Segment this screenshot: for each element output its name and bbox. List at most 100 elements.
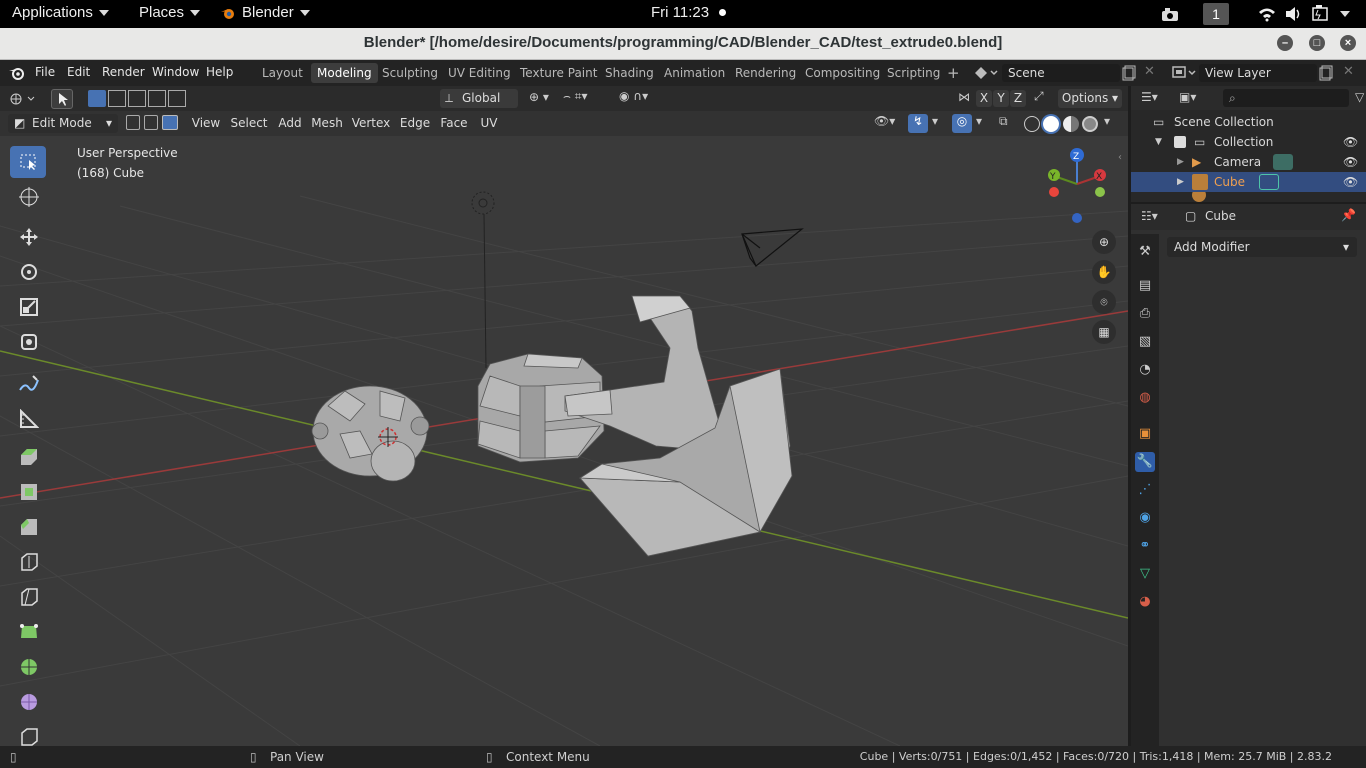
data-tab-icon[interactable]: ▽: [1135, 564, 1155, 584]
pivot-point-icon[interactable]: ⊕ ▾: [529, 90, 549, 104]
tab-layout[interactable]: Layout: [256, 63, 309, 83]
zoom-view-icon[interactable]: ⊕: [1092, 230, 1116, 254]
knife-tool[interactable]: [10, 581, 46, 613]
scene-name-field[interactable]: Scene: [1002, 64, 1120, 82]
rotate-tool[interactable]: [10, 256, 46, 288]
menu-edge[interactable]: Edge: [398, 114, 432, 133]
visibility-filter-icon[interactable]: 👁▾: [874, 114, 895, 128]
tab-modeling[interactable]: Modeling: [311, 63, 378, 83]
poly-build-tool[interactable]: [10, 616, 46, 648]
tab-texture-paint[interactable]: Texture Paint: [514, 63, 603, 83]
visibility-eye-icon[interactable]: 👁: [1343, 172, 1358, 192]
outliner-item-camera[interactable]: ▶ ▶ Camera 👁: [1131, 152, 1366, 172]
select-box-tool[interactable]: [10, 146, 46, 178]
visibility-eye-icon[interactable]: 👁: [1343, 152, 1358, 172]
overlay-toggle-icon[interactable]: ◎: [952, 114, 972, 133]
menu-view[interactable]: View: [190, 114, 222, 133]
volume-icon[interactable]: [1285, 6, 1301, 22]
rendered-shading-icon[interactable]: [1082, 116, 1098, 132]
annotate-tool[interactable]: [10, 368, 46, 400]
expand-arrow-icon[interactable]: ▶: [1177, 152, 1184, 172]
outliner-editor-type-icon[interactable]: ☰▾: [1141, 90, 1158, 104]
mirror-x-button[interactable]: X: [976, 90, 992, 107]
new-view-layer-icon[interactable]: [1319, 65, 1335, 81]
menu-edit[interactable]: Edit: [67, 65, 90, 79]
view-layer-field[interactable]: View Layer: [1199, 64, 1317, 82]
constraints-tab-icon[interactable]: ⚭: [1135, 536, 1155, 556]
filter-icon[interactable]: ▽: [1355, 90, 1364, 104]
wireframe-shading-icon[interactable]: [1024, 116, 1040, 132]
system-menu-chevron-icon[interactable]: [1340, 11, 1350, 17]
minimize-button[interactable]: –: [1277, 35, 1293, 51]
snap-icon[interactable]: ⌢ ⌗▾: [563, 89, 588, 104]
view-layer-selector-icon[interactable]: [1171, 65, 1199, 81]
menu-file[interactable]: File: [35, 65, 55, 79]
extrude-tool[interactable]: [10, 441, 46, 473]
outliner-item-light-partial[interactable]: [1131, 192, 1366, 202]
select-tool-button[interactable]: [51, 89, 73, 109]
menu-uv[interactable]: UV: [476, 114, 502, 133]
menu-mesh[interactable]: Mesh: [310, 114, 344, 133]
edge-slide-tool[interactable]: [10, 721, 46, 746]
cursor-tool[interactable]: [10, 181, 46, 213]
delete-view-layer-icon[interactable]: ✕: [1343, 64, 1354, 79]
pin-icon[interactable]: 📌: [1341, 208, 1356, 222]
display-mode-icon[interactable]: ▣▾: [1179, 90, 1196, 104]
material-shading-icon[interactable]: [1063, 116, 1079, 132]
scene-tab-icon[interactable]: ◔: [1135, 360, 1155, 380]
tab-compositing[interactable]: Compositing: [799, 63, 886, 83]
select-extend-icon[interactable]: [108, 90, 126, 107]
camera-app-icon[interactable]: [1161, 6, 1179, 22]
expand-arrow-icon[interactable]: ▼: [1155, 132, 1162, 152]
menu-face[interactable]: Face: [438, 114, 470, 133]
applications-menu[interactable]: Applications: [12, 4, 109, 21]
menu-add[interactable]: Add: [276, 114, 304, 133]
new-scene-icon[interactable]: [1122, 65, 1138, 81]
solid-shading-icon[interactable]: [1043, 116, 1059, 132]
3d-viewport[interactable]: Z X Y Global ⟂ ⊕ ▾ ⌢ ⌗▾ ◉ ∩▾ ⋈ X Y Z ⤢ O…: [0, 86, 1128, 746]
editor-type-icon[interactable]: [8, 91, 38, 107]
camera-data-icon[interactable]: [1273, 154, 1293, 170]
pan-view-icon[interactable]: ✋: [1092, 260, 1116, 284]
spin-tool[interactable]: [10, 651, 46, 683]
outliner-search-field[interactable]: ⌕: [1223, 89, 1349, 107]
gizmo-toggle-icon[interactable]: ↯: [908, 114, 928, 133]
particles-tab-icon[interactable]: ⋰: [1135, 480, 1155, 500]
camera-view-icon[interactable]: ⌾: [1092, 290, 1116, 314]
outliner-collection[interactable]: ▼ ▭ Collection 👁: [1131, 132, 1366, 152]
clock[interactable]: Fri 11:23: [651, 4, 727, 21]
menu-window[interactable]: Window: [152, 65, 199, 79]
proportional-edit-icon[interactable]: ◉ ∩▾: [619, 89, 648, 103]
transform-orientation-dropdown[interactable]: Global ⟂: [440, 89, 518, 108]
tool-tab-icon[interactable]: ⚒: [1135, 242, 1155, 262]
gizmo-dropdown-icon[interactable]: ▾: [932, 114, 938, 128]
select-intersect-icon[interactable]: [168, 90, 186, 107]
viewport-scene[interactable]: Z X Y: [0, 86, 1128, 746]
perspective-toggle-icon[interactable]: ▦: [1092, 320, 1116, 344]
edge-select-icon[interactable]: [144, 115, 158, 130]
blender-menu-icon[interactable]: [9, 66, 25, 80]
wifi-icon[interactable]: [1258, 6, 1276, 22]
menu-vertex[interactable]: Vertex: [350, 114, 392, 133]
scene-selector-icon[interactable]: [973, 65, 1001, 81]
sidebar-toggle-icon[interactable]: ‹: [1118, 152, 1122, 163]
mode-dropdown[interactable]: ◩ Edit Mode ▾: [8, 114, 118, 133]
suzanne-mesh[interactable]: [311, 385, 430, 482]
places-menu[interactable]: Places: [139, 4, 201, 21]
render-tab-icon[interactable]: ▤: [1135, 276, 1155, 296]
checkbox-icon[interactable]: [1174, 136, 1186, 148]
mirror-y-button[interactable]: Y: [993, 90, 1009, 107]
mesh-data-icon[interactable]: [1259, 174, 1279, 190]
view-layer-tab-icon[interactable]: ▧: [1135, 332, 1155, 352]
move-tool[interactable]: [10, 221, 46, 253]
world-tab-icon[interactable]: ◍: [1135, 388, 1155, 408]
mirror-icon[interactable]: ⋈: [958, 90, 970, 104]
tab-scripting[interactable]: Scripting: [881, 63, 946, 83]
inset-tool[interactable]: [10, 476, 46, 508]
battery-icon[interactable]: [1311, 5, 1333, 23]
tab-shading[interactable]: Shading: [599, 63, 660, 83]
delete-scene-icon[interactable]: ✕: [1144, 64, 1155, 79]
menu-select[interactable]: Select: [228, 114, 270, 133]
menu-render[interactable]: Render: [102, 65, 145, 79]
modifier-tab-icon[interactable]: 🔧: [1135, 452, 1155, 472]
